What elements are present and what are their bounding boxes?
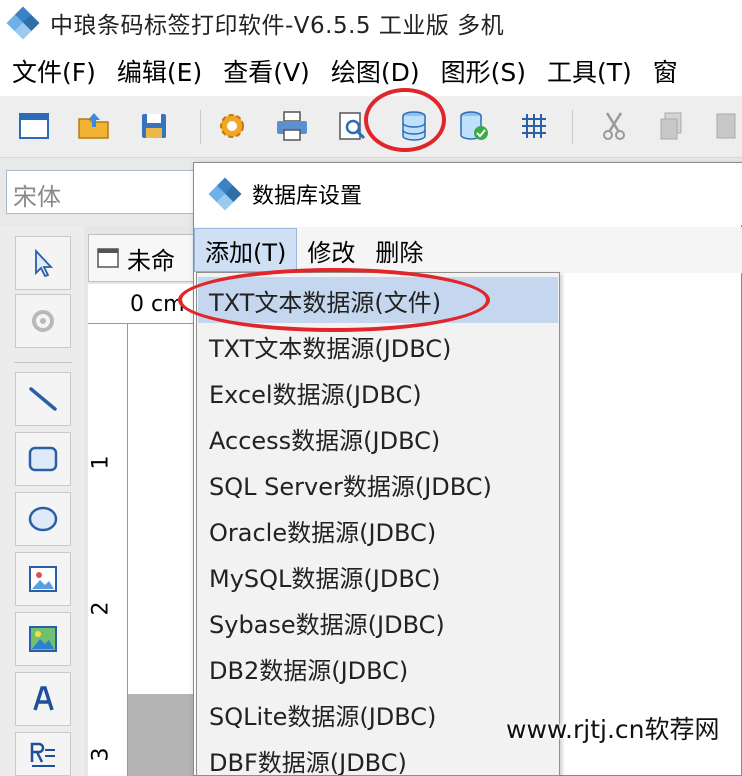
font-name-combo[interactable]: 宋体: [6, 170, 196, 214]
menu-window[interactable]: 窗: [641, 53, 687, 89]
window-title: 中琅条码标签打印软件-V6.5.5 工业版 多机: [50, 13, 505, 39]
ruler-zero-label: 0 cm: [130, 292, 185, 317]
rich-text-tool-icon[interactable]: [15, 732, 71, 776]
ruler-number-2: 2: [88, 601, 114, 616]
dialog-menu-add[interactable]: 添加(T): [194, 228, 298, 272]
add-datasource-dropdown: TXT文本数据源(文件) TXT文本数据源(JDBC) Excel数据源(JDB…: [196, 272, 560, 776]
ruler-number-3: 3: [88, 747, 114, 762]
rectangle-tool-icon[interactable]: [15, 432, 71, 486]
ruler-number-1: 1: [88, 455, 114, 470]
ellipse-tool-icon[interactable]: [15, 492, 71, 546]
watermark: www.rjtj.cn软荐网: [506, 715, 720, 744]
text-tool-icon[interactable]: [15, 672, 71, 726]
dialog-menu-bar: 添加(T) 修改 删除: [194, 227, 742, 273]
cut-icon[interactable]: [596, 108, 632, 144]
menu-shape[interactable]: 图形(S): [429, 53, 535, 89]
datasource-sybase-jdbc[interactable]: Sybase数据源(JDBC): [198, 599, 558, 645]
label-paper[interactable]: [128, 324, 198, 694]
title-bar: 中琅条码标签打印软件-V6.5.5 工业版 多机: [0, 0, 742, 46]
vertical-ruler: 1 2 3: [88, 324, 128, 776]
open-folder-icon[interactable]: [76, 108, 112, 144]
new-window-icon[interactable]: [16, 108, 52, 144]
txt-file-highlight-circle: [178, 268, 490, 332]
app-logo-icon: [6, 6, 40, 40]
dialog-title: 数据库设置: [252, 184, 363, 209]
rotate-icon[interactable]: [15, 294, 71, 348]
copy-icon[interactable]: [654, 108, 690, 144]
datasource-db2-jdbc[interactable]: DB2数据源(JDBC): [198, 645, 558, 691]
dialog-logo-icon: [208, 177, 242, 211]
paper-margin: [128, 694, 198, 776]
paste-icon[interactable]: [708, 108, 742, 144]
database-highlight-circle: [364, 88, 446, 152]
datasource-excel-jdbc[interactable]: Excel数据源(JDBC): [198, 369, 558, 415]
image-tool-icon[interactable]: [15, 552, 71, 606]
menu-tools[interactable]: 工具(T): [535, 53, 641, 89]
dialog-menu-delete[interactable]: 删除: [365, 228, 433, 272]
datasource-mysql-jdbc[interactable]: MySQL数据源(JDBC): [198, 553, 558, 599]
settings-gear-icon[interactable]: [214, 108, 250, 144]
document-tab-icon: [97, 248, 119, 268]
dialog-menu-modify[interactable]: 修改: [297, 228, 365, 272]
picture-tool-icon[interactable]: [15, 612, 71, 666]
document-tab[interactable]: 未命: [88, 234, 198, 282]
menu-draw[interactable]: 绘图(D): [319, 53, 429, 89]
save-icon[interactable]: [136, 108, 172, 144]
dialog-title-bar: 数据库设置: [194, 163, 742, 225]
menu-edit[interactable]: 编辑(E): [105, 53, 211, 89]
line-tool-icon[interactable]: [15, 372, 71, 426]
grid-icon[interactable]: [516, 108, 552, 144]
print-icon[interactable]: [274, 108, 310, 144]
menu-bar: 文件(F) 编辑(E) 查看(V) 绘图(D) 图形(S) 工具(T) 窗: [0, 46, 742, 96]
tool-palette: [0, 226, 84, 776]
database-check-icon[interactable]: [456, 108, 492, 144]
datasource-access-jdbc[interactable]: Access数据源(JDBC): [198, 415, 558, 461]
menu-view[interactable]: 查看(V): [211, 53, 319, 89]
datasource-sqlserver-jdbc[interactable]: SQL Server数据源(JDBC): [198, 461, 558, 507]
datasource-oracle-jdbc[interactable]: Oracle数据源(JDBC): [198, 507, 558, 553]
menu-file[interactable]: 文件(F): [0, 53, 105, 89]
document-tab-label: 未命: [127, 246, 175, 275]
select-arrow-icon[interactable]: [15, 236, 71, 290]
